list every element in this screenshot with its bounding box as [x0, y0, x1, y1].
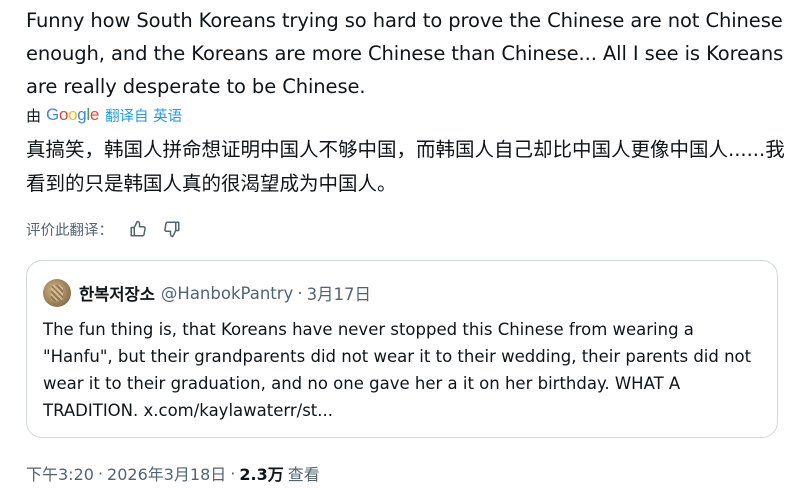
quoted-author-handle[interactable]: @HanbokPantry: [161, 284, 293, 303]
quoted-tweet-header: 한복저장소 @HanbokPantry · 3月17日: [43, 279, 371, 307]
rate-translation-label: 评价此翻译：: [26, 222, 113, 239]
quoted-tweet-text: The fun thing is, that Koreans have neve…: [43, 320, 752, 420]
tweet-text: Funny how South Koreans trying so hard t…: [26, 9, 784, 98]
tweet-meta: 下午3:20 · 2026年3月18日 · 2.3万 查看: [26, 460, 320, 486]
translated-by-label: 由: [26, 106, 42, 125]
tweet-date[interactable]: 2026年3月18日: [107, 461, 226, 485]
thumbs-down-button[interactable]: [161, 218, 183, 240]
quoted-tweet-card[interactable]: 한복저장소 @HanbokPantry · 3月17日 The fun thin…: [26, 260, 778, 438]
thumbs-up-button[interactable]: [127, 218, 149, 240]
separator-dot: ·: [230, 463, 236, 483]
google-logo-letter: G: [46, 105, 59, 124]
translate-from-link[interactable]: 翻译自 英语: [105, 105, 182, 126]
views-count: 2.3万: [239, 465, 284, 484]
quoted-tweet-date[interactable]: 3月17日: [307, 281, 372, 305]
separator-dot: ·: [297, 283, 303, 303]
quoted-author-name[interactable]: 한복저장소: [79, 281, 155, 305]
views-label: 查看: [287, 465, 320, 484]
translation-attribution: 由 Google 翻译自 英语: [26, 103, 182, 127]
thumbs-up-icon: [130, 220, 146, 237]
google-logo-letter: e: [89, 105, 100, 124]
avatar[interactable]: [43, 279, 71, 307]
translated-text: 真搞笑，韩国人拼命想证明中国人不够中国，而韩国人自己却比中国人更像中国人....…: [26, 138, 785, 195]
google-logo-letter: o: [68, 105, 78, 124]
separator-dot: ·: [97, 463, 104, 483]
google-logo: Google: [46, 105, 99, 125]
thumbs-down-icon: [164, 221, 180, 238]
rate-translation-row: 评价此翻译：: [26, 216, 195, 242]
google-logo-letter: o: [58, 105, 69, 124]
tweet-time[interactable]: 下午3:20: [26, 461, 94, 485]
